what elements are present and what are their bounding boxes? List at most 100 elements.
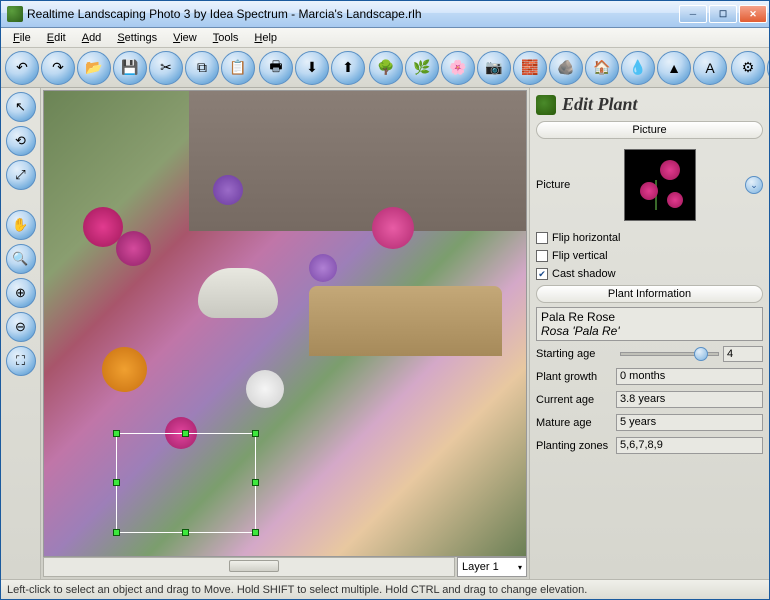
current-age-label: Current age — [536, 394, 616, 406]
mature-age-field[interactable]: 5 years — [616, 414, 763, 431]
status-text: Left-click to select an object and drag … — [7, 584, 587, 596]
canvas-flower — [309, 254, 337, 282]
menu-edit[interactable]: Edit — [39, 30, 74, 46]
app-icon — [7, 6, 23, 22]
canvas[interactable] — [43, 90, 527, 557]
selection-handle[interactable] — [252, 479, 259, 486]
water-button[interactable]: 💧 — [621, 51, 655, 85]
canvas-flower — [102, 347, 147, 392]
paste-button[interactable]: 📋 — [221, 51, 255, 85]
properties-panel: Edit Plant Picture Picture ⌄ Flip horizo… — [529, 88, 769, 579]
selection-handle[interactable] — [182, 529, 189, 536]
selection-handle[interactable] — [113, 430, 120, 437]
canvas-area: Layer 1 — [41, 88, 529, 579]
rotate-tool[interactable]: ⟲ — [6, 126, 36, 156]
zoom-tool[interactable]: 🔍 — [6, 244, 36, 274]
plant-growth-label: Plant growth — [536, 371, 616, 383]
menu-file[interactable]: File — [5, 30, 39, 46]
layer-selector[interactable]: Layer 1 — [457, 557, 527, 577]
planting-zones-field[interactable]: 5,6,7,8,9 — [616, 437, 763, 454]
canvas-flower — [116, 231, 151, 266]
canvas-flower — [372, 207, 414, 249]
planting-zones-label: Planting zones — [536, 440, 616, 452]
picture-thumbnail[interactable] — [624, 149, 696, 221]
selection-handle[interactable] — [182, 430, 189, 437]
statusbar: Left-click to select an object and drag … — [1, 579, 769, 599]
text-button[interactable]: A — [693, 51, 727, 85]
mature-age-label: Mature age — [536, 417, 616, 429]
shape-button[interactable]: ▲ — [657, 51, 691, 85]
cut-button[interactable]: ✂ — [149, 51, 183, 85]
starting-age-slider[interactable] — [620, 352, 719, 356]
select-tool[interactable]: ↖ — [6, 92, 36, 122]
menu-help[interactable]: Help — [246, 30, 285, 46]
scale-tool[interactable]: ⤢ — [6, 160, 36, 190]
menu-settings[interactable]: Settings — [109, 30, 165, 46]
undo-button[interactable]: ↶ — [5, 51, 39, 85]
canvas-pot — [198, 268, 278, 318]
open-button[interactable]: 📂 — [77, 51, 111, 85]
zoom-out-tool[interactable]: ⊖ — [6, 312, 36, 342]
starting-age-label: Starting age — [536, 348, 616, 360]
flip-vertical-checkbox[interactable] — [536, 250, 548, 262]
selection-box[interactable] — [116, 433, 256, 533]
plant-name-box: Pala Re Rose Rosa 'Pala Re' — [536, 307, 763, 341]
plant-button[interactable]: 🌿 — [405, 51, 439, 85]
titlebar: Realtime Landscaping Photo 3 by Idea Spe… — [1, 1, 769, 28]
close-button[interactable]: ✕ — [739, 5, 767, 23]
menu-add[interactable]: Add — [74, 30, 110, 46]
canvas-flower — [213, 175, 243, 205]
picture-section-header: Picture — [536, 121, 763, 139]
settings-button[interactable]: ⚙ — [731, 51, 765, 85]
pan-tool[interactable]: ✋ — [6, 210, 36, 240]
picture-label: Picture — [536, 179, 586, 191]
fit-tool[interactable]: ⛶ — [6, 346, 36, 376]
app-window: Realtime Landscaping Photo 3 by Idea Spe… — [0, 0, 770, 600]
horizontal-scrollbar[interactable] — [43, 557, 455, 577]
tree-button[interactable]: 🌳 — [369, 51, 403, 85]
slider-thumb[interactable] — [694, 347, 708, 361]
main-toolbar: ↶ ↷ 📂 💾 ✂ ⧉ 📋 🖶 ⬇ ⬆ 🌳 🌿 🌸 📷 🧱 🪨 🏠 💧 ▲ A … — [1, 48, 769, 88]
panel-title: Edit Plant — [562, 94, 638, 115]
menu-view[interactable]: View — [165, 30, 205, 46]
print-button[interactable]: 🖶 — [259, 51, 293, 85]
flip-horizontal-checkbox[interactable] — [536, 232, 548, 244]
panel-header: Edit Plant — [536, 92, 763, 117]
menu-tools[interactable]: Tools — [205, 30, 247, 46]
copy-button[interactable]: ⧉ — [185, 51, 219, 85]
plant-common-name: Pala Re Rose — [541, 310, 758, 324]
current-age-field[interactable]: 3.8 years — [616, 391, 763, 408]
layer-up-button[interactable]: ⬆ — [331, 51, 365, 85]
content-area: ↖ ⟲ ⤢ ✋ 🔍 ⊕ ⊖ ⛶ — [1, 88, 769, 579]
left-toolbar: ↖ ⟲ ⤢ ✋ 🔍 ⊕ ⊖ ⛶ — [1, 88, 41, 579]
plant-icon — [536, 95, 556, 115]
house-button[interactable]: 🏠 — [585, 51, 619, 85]
help-button[interactable]: ? — [767, 51, 769, 85]
layer-label: Layer 1 — [462, 561, 499, 573]
plant-scientific-name: Rosa 'Pala Re' — [541, 324, 758, 338]
selection-handle[interactable] — [113, 479, 120, 486]
cast-shadow-checkbox[interactable]: ✔ — [536, 268, 548, 280]
photo-button[interactable]: 📷 — [477, 51, 511, 85]
zoom-in-tool[interactable]: ⊕ — [6, 278, 36, 308]
flip-horizontal-label: Flip horizontal — [552, 232, 620, 244]
picture-dropdown-button[interactable]: ⌄ — [745, 176, 763, 194]
rock-button[interactable]: 🪨 — [549, 51, 583, 85]
flower-button[interactable]: 🌸 — [441, 51, 475, 85]
layer-down-button[interactable]: ⬇ — [295, 51, 329, 85]
save-button[interactable]: 💾 — [113, 51, 147, 85]
maximize-button[interactable]: ☐ — [709, 5, 737, 23]
flip-vertical-label: Flip vertical — [552, 250, 608, 262]
menubar: File Edit Add Settings View Tools Help — [1, 28, 769, 48]
selection-handle[interactable] — [252, 430, 259, 437]
selection-handle[interactable] — [113, 529, 120, 536]
scrollbar-thumb[interactable] — [229, 560, 279, 572]
starting-age-value[interactable]: 4 — [723, 346, 763, 362]
plant-growth-field[interactable]: 0 months — [616, 368, 763, 385]
selection-handle[interactable] — [252, 529, 259, 536]
fence-button[interactable]: 🧱 — [513, 51, 547, 85]
canvas-house — [189, 91, 526, 231]
canvas-bridge — [309, 286, 502, 356]
redo-button[interactable]: ↷ — [41, 51, 75, 85]
minimize-button[interactable]: ─ — [679, 5, 707, 23]
